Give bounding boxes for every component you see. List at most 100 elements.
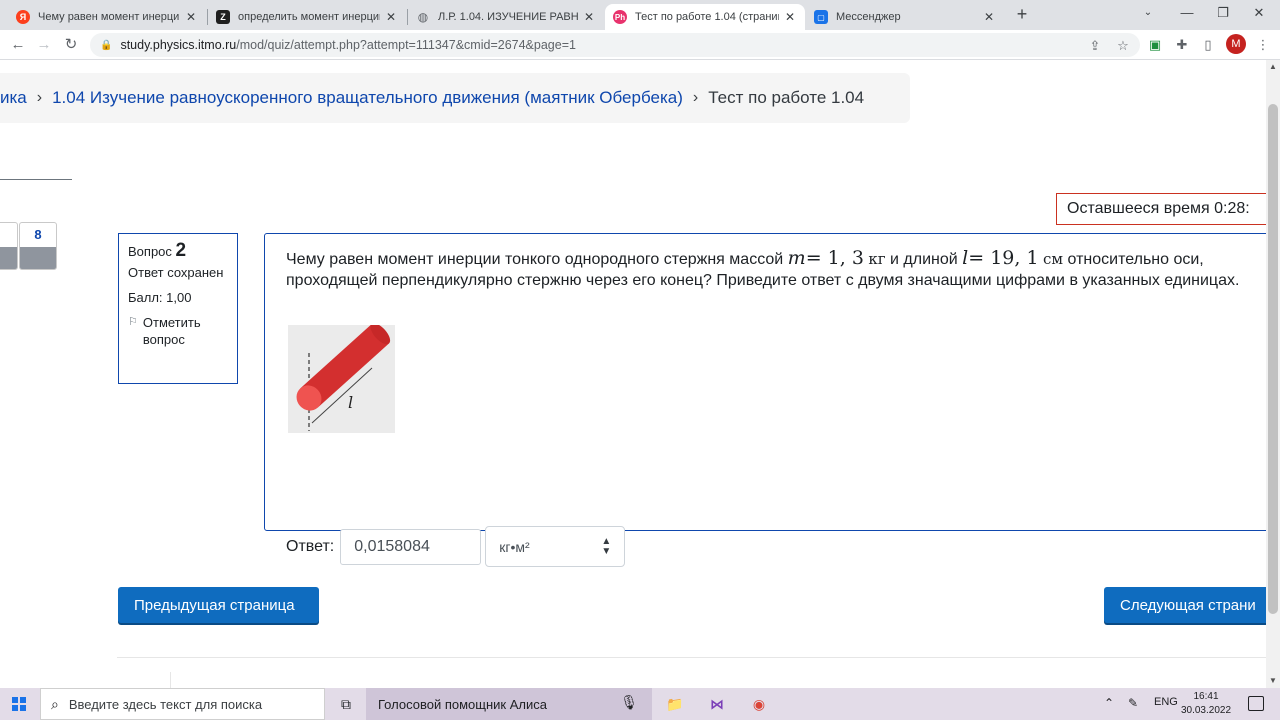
scroll-down-arrow-icon[interactable]: ▼: [1266, 674, 1280, 688]
url-host: study.physics.itmo.ru: [120, 38, 237, 52]
question-state: Ответ сохранен: [128, 265, 224, 280]
znanija-favicon-icon: Z: [216, 10, 230, 24]
menu-kebab-icon[interactable]: ⋮: [1254, 36, 1272, 54]
browser-tab-2[interactable]: Z определить момент инерции од ✕: [208, 4, 406, 30]
scrollbar-thumb[interactable]: [1268, 104, 1278, 614]
share-icon[interactable]: ⇪: [1085, 36, 1105, 56]
lock-icon: 🔒: [100, 39, 113, 51]
extension-green-icon[interactable]: ▣: [1146, 36, 1164, 54]
flag-label: Отметить вопрос: [142, 315, 201, 347]
back-arrow-icon[interactable]: ←: [8, 35, 28, 55]
forward-arrow-icon[interactable]: →: [34, 35, 54, 55]
math-mass-variable: m: [787, 247, 806, 269]
tab-close-icon[interactable]: ✕: [184, 10, 198, 24]
rod-diagram-svg: l: [296, 323, 391, 431]
alice-label: Голосовой помощник Алиса: [378, 696, 547, 712]
footer-divider: [117, 657, 1266, 658]
physics-favicon-icon: Ph: [613, 10, 627, 24]
bookmark-star-icon[interactable]: ☆: [1113, 36, 1133, 56]
math-mass-unit: кг: [868, 250, 886, 268]
tab-close-icon[interactable]: ✕: [982, 10, 996, 24]
browser-tab-4-active[interactable]: Ph Тест по работе 1.04 (страница 2 ✕: [605, 4, 805, 30]
next-page-button[interactable]: Следующая страни: [1104, 587, 1266, 623]
browser-tab-3[interactable]: ◍ Л.Р. 1.04. ИЗУЧЕНИЕ РАВНОУСК ✕: [408, 4, 604, 30]
math-length-value: = 19, 1: [968, 247, 1039, 269]
unit-selected-value: кг•м²: [499, 538, 530, 555]
task-view-icon[interactable]: ⧉: [335, 694, 357, 714]
maximize-button[interactable]: ❐: [1208, 4, 1238, 22]
windows-start-icon[interactable]: [12, 697, 26, 711]
new-tab-button[interactable]: +: [1013, 4, 1031, 24]
math-mass-value: = 1, 3: [805, 247, 864, 269]
profile-avatar[interactable]: M: [1226, 34, 1246, 54]
taskbar-clock[interactable]: 16:41 30.03.2022: [1180, 690, 1232, 718]
url-path: /mod/quiz/attempt.php?attempt=111347&cmi…: [236, 38, 576, 52]
question-content: Чему равен момент инерции тонкого одноро…: [264, 233, 1266, 567]
language-indicator[interactable]: ENG: [1154, 696, 1178, 708]
globe-favicon-icon: ◍: [417, 10, 429, 24]
notifications-icon[interactable]: [1248, 696, 1264, 711]
tab-close-icon[interactable]: ✕: [384, 10, 398, 24]
tray-chevron-up-icon[interactable]: ⌃: [1104, 696, 1114, 710]
timer-text: Оставшееся время 0:28:: [1067, 200, 1250, 217]
rod-length-label: l: [348, 393, 353, 412]
answer-label: Ответ:: [286, 537, 335, 555]
search-icon: ⌕: [51, 695, 59, 712]
yandex-favicon-icon: Я: [16, 10, 30, 24]
question-text-part1: Чему равен момент инерции тонкого одноро…: [286, 251, 784, 268]
math-length-unit: см: [1043, 250, 1064, 268]
breadcrumb-link-course[interactable]: ика: [0, 88, 27, 108]
tab-title: определить момент инерции од: [238, 11, 380, 23]
clock-date: 30.03.2022: [1180, 705, 1232, 716]
flag-question-link[interactable]: ⚐ Отметить вопрос: [128, 314, 228, 348]
quiz-timer: Оставшееся время 0:28:: [1056, 193, 1266, 225]
pen-icon[interactable]: ✎: [1128, 696, 1138, 710]
tab-title: Чему равен момент инерции то: [38, 11, 180, 23]
question-text-part2: и длиной: [890, 251, 958, 268]
taskbar-search-placeholder: Введите здесь текст для поиска: [68, 696, 263, 712]
taskbar-search[interactable]: ⌕ Введите здесь текст для поиска: [40, 688, 325, 720]
scroll-up-arrow-icon[interactable]: ▲: [1266, 60, 1280, 74]
breadcrumb-current: Тест по работе 1.04: [708, 88, 865, 107]
previous-page-button[interactable]: Предыдущая страница: [118, 587, 319, 623]
chevron-right-icon: ›: [692, 89, 699, 106]
quiz-nav-number: [0, 223, 17, 247]
tab-close-icon[interactable]: ✕: [582, 10, 596, 24]
quiz-nav-number: 8: [34, 227, 42, 242]
answer-row: Ответ: 0,0158084 кг•м² ▲ ▼: [286, 526, 626, 567]
tab-title: Л.Р. 1.04. ИЗУЧЕНИЕ РАВНОУСК: [438, 11, 578, 23]
browser-toolbar: ← → ↻ 🔒 study.physics.itmo.ru/mod/quiz/a…: [0, 30, 1280, 60]
file-explorer-icon[interactable]: 📁: [664, 694, 686, 714]
quiz-nav-status-bar: [0, 247, 17, 269]
answer-input[interactable]: 0,0158084: [340, 528, 482, 565]
tab-title: Тест по работе 1.04 (страница 2: [635, 11, 779, 23]
alice-voice-assistant[interactable]: Голосовой помощник Алиса 🎙: [366, 688, 652, 720]
question-number-value: 2: [175, 240, 187, 261]
divider: [0, 179, 72, 180]
answer-value: 0,0158084: [354, 537, 430, 555]
clock-time: 16:41: [1193, 691, 1219, 702]
quiz-nav-button-partial[interactable]: [0, 222, 18, 270]
tab-close-icon[interactable]: ✕: [783, 10, 797, 24]
tab-search-chevron-icon[interactable]: ⌄: [1133, 4, 1163, 22]
extensions-puzzle-icon[interactable]: ✚: [1173, 36, 1191, 54]
chevron-right-icon: ›: [36, 89, 43, 106]
quiz-nav-button-8[interactable]: 8: [19, 222, 57, 270]
chrome-icon[interactable]: ◉: [748, 694, 770, 714]
windows-taskbar: ⌕ Введите здесь текст для поиска ⧉ Голос…: [0, 688, 1280, 720]
breadcrumb-link-lab[interactable]: 1.04 Изучение равноускоренного вращатель…: [52, 88, 683, 108]
visual-studio-icon[interactable]: ⋈: [706, 694, 728, 714]
browser-tab-1[interactable]: Я Чему равен момент инерции то ✕: [8, 4, 206, 30]
side-panel-icon[interactable]: ▯: [1199, 36, 1217, 54]
page-content: ика › 1.04 Изучение равноускоренного вра…: [0, 60, 1266, 688]
page-scrollbar[interactable]: ▲ ▼: [1266, 60, 1280, 688]
tab-title: Мессенджер: [836, 11, 901, 23]
close-window-button[interactable]: ✕: [1244, 4, 1274, 22]
unit-select[interactable]: кг•м² ▲ ▼: [485, 526, 626, 567]
reload-icon[interactable]: ↻: [61, 35, 81, 55]
flag-icon: ⚐: [128, 316, 138, 328]
minimize-button[interactable]: —: [1172, 4, 1202, 22]
address-bar[interactable]: 🔒 study.physics.itmo.ru/mod/quiz/attempt…: [90, 33, 1140, 57]
breadcrumb: ика › 1.04 Изучение равноускоренного вра…: [0, 73, 910, 123]
browser-tab-5[interactable]: ▢ Мессенджер ✕: [806, 4, 1004, 30]
